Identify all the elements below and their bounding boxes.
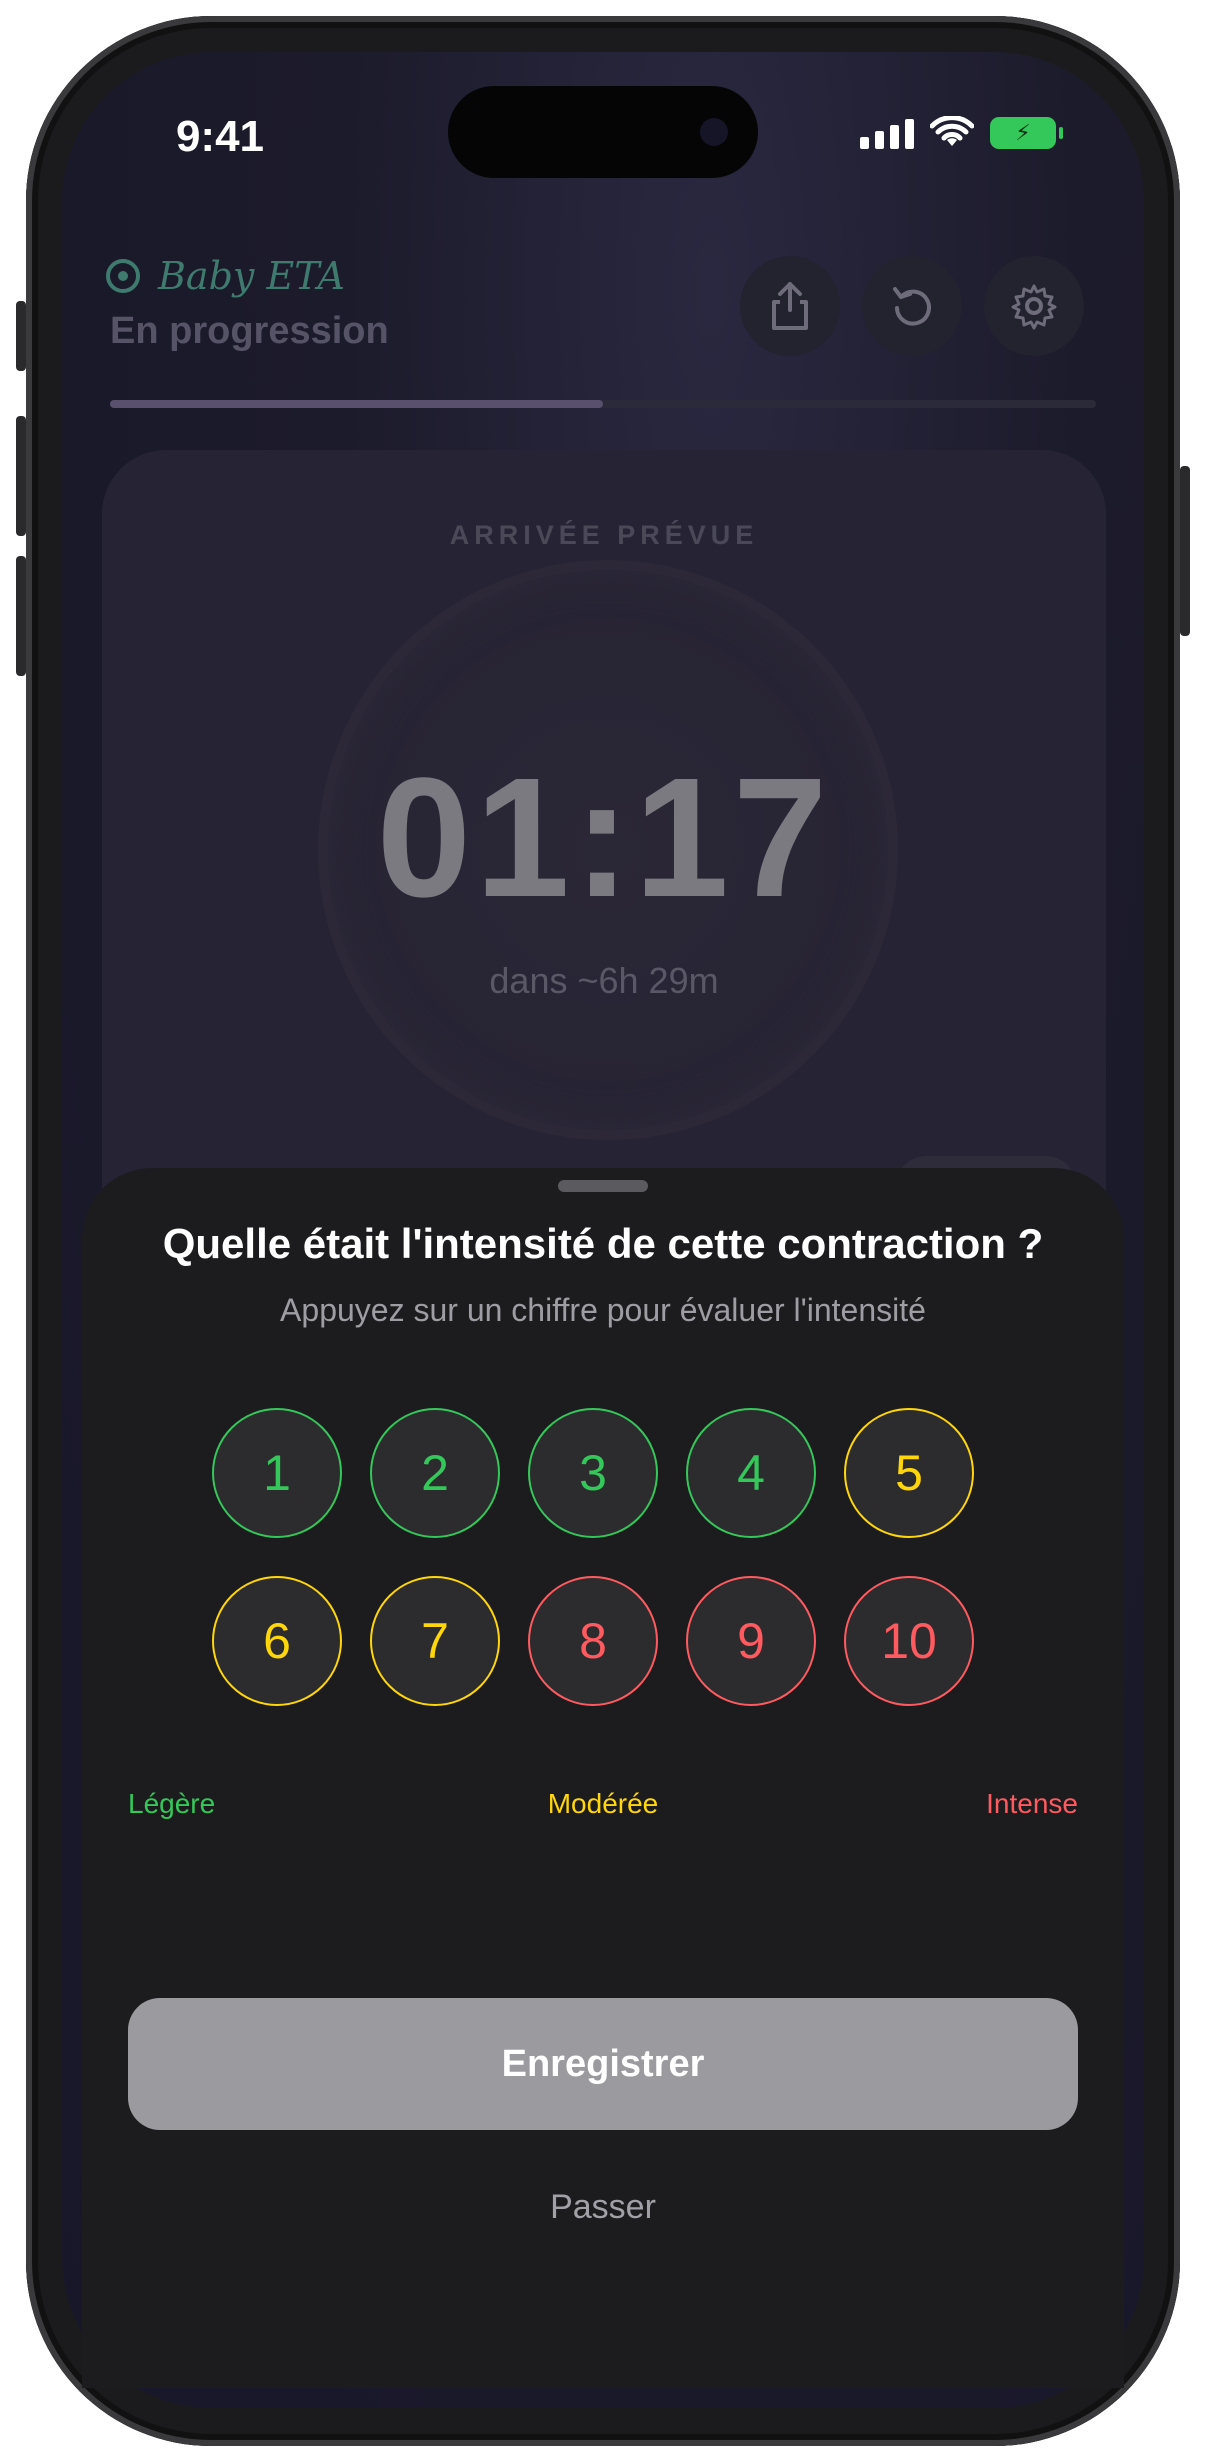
intensity-5-button[interactable]: 5 (844, 1408, 974, 1538)
intensity-9-button[interactable]: 9 (686, 1576, 816, 1706)
reset-button[interactable] (862, 256, 962, 356)
share-button[interactable] (740, 256, 840, 356)
sheet-subtitle: Appuyez sur un chiffre pour évaluer l'in… (280, 1292, 926, 1328)
save-button[interactable]: Enregistrer (128, 1998, 1078, 2130)
intensity-8-button[interactable]: 8 (528, 1576, 658, 1706)
action-button (16, 301, 26, 371)
volume-down-button (16, 556, 26, 676)
status-time: 9:41 (175, 112, 265, 161)
intensity-6-button[interactable]: 6 (212, 1576, 342, 1706)
reset-icon (893, 287, 931, 326)
eta-card-title: ARRIVÉE PRÉVUE (449, 520, 759, 550)
intensity-3-button[interactable]: 3 (528, 1408, 658, 1538)
legend-moderate: Modérée (547, 1788, 659, 1819)
eta-countdown: dans ~6h 29m (489, 960, 719, 1001)
legend-intense: Intense (986, 1788, 1078, 1819)
labor-progress-fill (110, 400, 603, 408)
labor-progress-bar (110, 400, 1096, 408)
dynamic-island (448, 86, 758, 178)
eta-card: ARRIVÉE PRÉVUE 01:17 dans ~6h 29m (102, 450, 1106, 1270)
status-subtitle: En progression (110, 310, 389, 352)
intensity-sheet: Quelle était l'intensité de cette contra… (82, 1168, 1124, 2388)
brand: Baby ETA (106, 254, 345, 298)
brand-logo-icon (106, 259, 140, 293)
battery-charging-icon: ⚡ (990, 117, 1063, 149)
intensity-10-button[interactable]: 10 (844, 1576, 974, 1706)
share-icon (772, 282, 808, 330)
volume-up-button (16, 416, 26, 536)
camera-icon (700, 118, 728, 146)
status-icons: ⚡ (860, 116, 1063, 150)
skip-button[interactable]: Passer (82, 2188, 1124, 2227)
intensity-1-button[interactable]: 1 (212, 1408, 342, 1538)
eta-time: 01:17 (376, 743, 832, 933)
signal-icon (860, 117, 914, 149)
sheet-title: Quelle était l'intensité de cette contra… (162, 1220, 1044, 1267)
wifi-icon (930, 116, 974, 146)
sheet-grabber[interactable] (558, 1180, 648, 1192)
brand-name: Baby ETA (158, 254, 345, 298)
power-button (1180, 466, 1190, 636)
intensity-4-button[interactable]: 4 (686, 1408, 816, 1538)
gear-icon (1011, 284, 1057, 330)
settings-button[interactable] (984, 256, 1084, 356)
intensity-7-button[interactable]: 7 (370, 1576, 500, 1706)
intensity-2-button[interactable]: 2 (370, 1408, 500, 1538)
